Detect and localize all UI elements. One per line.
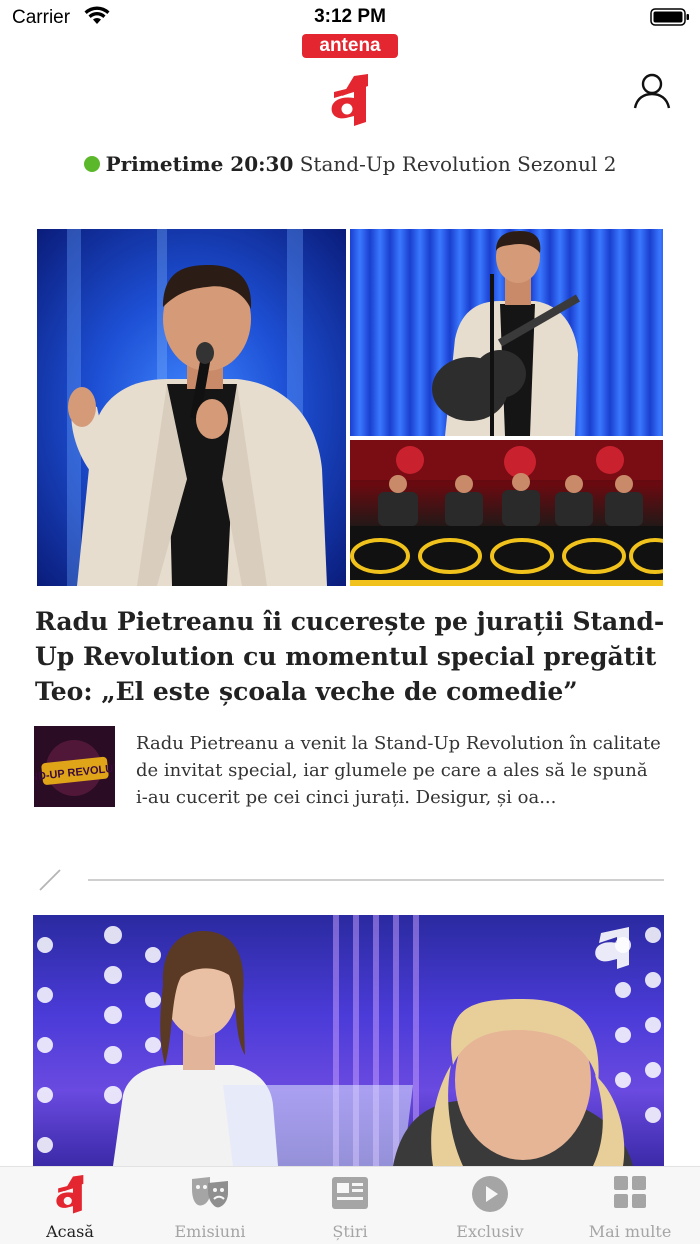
show-thumbnail[interactable]: STAND-UP REVOLUTION xyxy=(34,726,115,807)
article-hero-image[interactable] xyxy=(37,229,663,586)
article-title[interactable]: Radu Pietreanu îi cucerește pe jurații S… xyxy=(35,604,665,709)
tab-label: Mai multe xyxy=(588,1222,672,1241)
tab-stiri[interactable]: Știri xyxy=(280,1167,420,1244)
tab-label: Acasă xyxy=(46,1222,94,1241)
profile-icon[interactable] xyxy=(632,72,672,112)
bottom-tab-bar: Acasă Emisiuni Știri Exclusiv Mai multe xyxy=(0,1166,700,1244)
tab-emisiuni[interactable]: Emisiuni xyxy=(140,1167,280,1244)
battery-icon xyxy=(650,8,689,26)
article-excerpt: Radu Pietreanu a venit la Stand-Up Revol… xyxy=(136,733,661,808)
hero-jury-photo xyxy=(350,440,663,586)
section-divider xyxy=(88,879,664,881)
theater-masks-icon xyxy=(192,1177,228,1208)
play-circle-icon xyxy=(472,1176,508,1212)
status-bar: Carrier 3:12 PM xyxy=(0,0,700,34)
live-indicator-dot xyxy=(83,156,100,172)
hero-main-photo xyxy=(37,229,346,586)
tab-label: Emisiuni xyxy=(174,1222,246,1241)
tab-exclusiv[interactable]: Exclusiv xyxy=(420,1167,560,1244)
tab-mai-multe[interactable]: Mai multe xyxy=(560,1167,700,1244)
home-logo-icon xyxy=(56,1175,84,1214)
tab-label: Exclusiv xyxy=(456,1222,524,1241)
live-now-bar[interactable]: Primetime 20:30 Stand-Up Revolution Sezo… xyxy=(0,152,700,176)
tab-acasa[interactable]: Acasă xyxy=(0,1167,140,1244)
grid-icon xyxy=(614,1176,646,1208)
live-show-title: Stand-Up Revolution Sezonul 2 xyxy=(299,152,617,176)
article2-hero-image[interactable] xyxy=(33,915,664,1166)
tab-label: Știri xyxy=(332,1222,368,1241)
newspaper-icon xyxy=(332,1177,368,1209)
divider-slash-icon xyxy=(39,869,61,891)
antena-logo-icon[interactable] xyxy=(328,74,372,128)
hero-guitar-photo xyxy=(350,229,663,436)
clock: 3:12 PM xyxy=(314,6,386,27)
live-time-label: Primetime 20:30 xyxy=(105,152,294,176)
brand-badge: antena xyxy=(302,34,398,58)
